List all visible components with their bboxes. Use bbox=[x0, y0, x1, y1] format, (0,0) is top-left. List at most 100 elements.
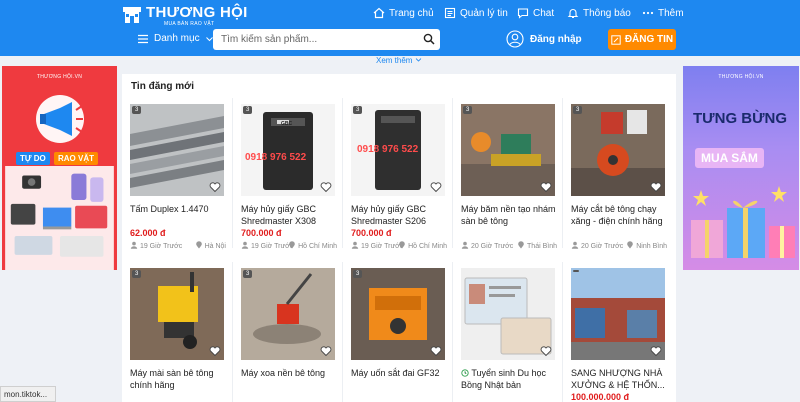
listing-image: 3 bbox=[130, 104, 224, 196]
post-listing-button[interactable]: ĐĂNG TIN bbox=[608, 29, 676, 50]
nav-chat[interactable]: Chat bbox=[517, 5, 554, 21]
login-label: Đăng nhập bbox=[530, 33, 582, 45]
see-more-link[interactable]: Xem thêm bbox=[376, 56, 422, 65]
listing-time: 20 Giờ Trước bbox=[580, 243, 624, 250]
listing-meta: 20 Giờ Trước Ninh Bình bbox=[571, 241, 667, 250]
image-count-badge: 3 bbox=[353, 270, 363, 278]
category-menu-button[interactable]: Danh mục bbox=[137, 33, 214, 44]
listing-location: Hồ Chí Minh bbox=[408, 243, 447, 250]
listing-title: Tấm Duplex 1.4470 bbox=[130, 204, 209, 214]
nav-manage[interactable]: Quản lý tin bbox=[444, 5, 508, 21]
listing-card[interactable]: 3 Máy băm nền tạo nhám sàn bê tông 20 Gi… bbox=[452, 98, 562, 250]
listing-card[interactable]: 3 Máy mài sàn bê tông chính hãng bbox=[122, 262, 232, 402]
nav-chat-label: Chat bbox=[533, 7, 555, 19]
listing-title: Máy hủy giấy GBC Shredmaster X308 bbox=[241, 204, 317, 226]
listing-price: 100.000.000 đ bbox=[571, 392, 630, 402]
location-pin-icon bbox=[289, 241, 295, 249]
listing-location-wrap: Hồ Chí Minh bbox=[288, 241, 337, 250]
login-button[interactable]: Đăng nhập bbox=[506, 30, 582, 48]
listing-card[interactable]: 3 Tấm Duplex 1.4470 62.000 đ 19 Giờ Trướ… bbox=[122, 98, 232, 250]
search-input[interactable] bbox=[213, 29, 413, 50]
image-count-badge: 3 bbox=[132, 106, 142, 114]
ad-free-label: TỰ DO bbox=[16, 152, 50, 165]
home-icon bbox=[373, 7, 385, 19]
chevron-down-icon bbox=[415, 58, 421, 62]
hamburger-icon bbox=[138, 34, 148, 43]
heart-icon[interactable] bbox=[430, 181, 442, 193]
nav-notifications[interactable]: Thông báo bbox=[567, 5, 631, 21]
listing-card[interactable]: 3 Máy xoa nền bê tông bbox=[232, 262, 342, 402]
listing-image: 0918 976 522 3 bbox=[351, 104, 445, 196]
listing-price: 700.000 đ bbox=[241, 228, 282, 238]
user-icon bbox=[461, 241, 469, 249]
image-count-badge: 3 bbox=[353, 106, 363, 114]
bell-icon bbox=[567, 9, 579, 19]
listing-title: Máy cắt bê tông chạy xăng - điện chính h… bbox=[571, 204, 663, 226]
listing-title: Máy xoa nền bê tông bbox=[241, 368, 326, 378]
nav-notifications-label: Thông báo bbox=[583, 7, 631, 19]
listing-time: 20 Giờ Trước bbox=[470, 243, 514, 250]
listing-image: 3 bbox=[351, 268, 445, 360]
listing-location-wrap: Thái Bình bbox=[517, 241, 557, 250]
location-pin-icon bbox=[627, 241, 634, 249]
heart-icon[interactable] bbox=[209, 345, 221, 357]
left-banner-ad[interactable]: THƯƠNG HỘI.VN TỰ DO RAO VẶT bbox=[2, 66, 117, 270]
nav-home[interactable]: Trang chủ bbox=[373, 5, 434, 21]
heart-icon[interactable] bbox=[650, 345, 662, 357]
image-brand-text: GBC bbox=[281, 121, 293, 127]
user-icon bbox=[130, 241, 138, 249]
post-listing-label: ĐĂNG TIN bbox=[624, 34, 674, 45]
listing-time: 19 Giờ Trước bbox=[250, 243, 294, 250]
site-logo[interactable]: THƯƠNG HỘI MUA BÁN RAO VẶT bbox=[122, 4, 247, 28]
listing-meta: 19 Giờ Trước Hồ Chí Minh bbox=[351, 241, 447, 250]
listing-location-wrap: Hà Nội bbox=[195, 241, 226, 250]
listing-card[interactable]: 0918 976 522 3 Máy hủy giấy GBC Shredmas… bbox=[342, 98, 452, 250]
listing-card[interactable]: SANG NHƯỢNG NHÀ XƯỞNG & HỆ THỐN... 100.0… bbox=[562, 262, 672, 402]
gift-box-illustration-icon bbox=[691, 186, 795, 258]
browser-status-bar: mon.tiktok... bbox=[0, 386, 56, 402]
see-more-label: Xem thêm bbox=[376, 56, 413, 65]
ad-headline: TƯNG BỪNG bbox=[693, 110, 788, 127]
location-pin-icon bbox=[195, 241, 202, 249]
heart-icon[interactable] bbox=[320, 345, 332, 357]
ad-classifieds-label: RAO VẶT bbox=[54, 152, 98, 165]
nav-more[interactable]: Thêm bbox=[642, 5, 684, 21]
user-icon bbox=[241, 241, 249, 249]
listing-title: SANG NHƯỢNG NHÀ XƯỞNG & HỆ THỐN... bbox=[571, 368, 665, 390]
listing-location: Hồ Chí Minh bbox=[298, 243, 337, 250]
heart-icon[interactable] bbox=[540, 181, 552, 193]
search-icon[interactable] bbox=[423, 33, 435, 45]
listing-image bbox=[571, 268, 665, 360]
user-icon bbox=[351, 241, 359, 249]
electronics-illustration-icon bbox=[5, 166, 114, 270]
right-banner-ad[interactable]: THƯƠNG HỘI.VN TƯNG BỪNG MUA SẮM bbox=[683, 66, 799, 270]
listing-image: 3 bbox=[461, 104, 555, 196]
logo-title: THƯƠNG HỘI bbox=[146, 4, 248, 21]
listing-location-wrap: Ninh Bình bbox=[626, 241, 667, 250]
listing-location-wrap: Hồ Chí Minh bbox=[398, 241, 447, 250]
heart-icon[interactable] bbox=[540, 345, 552, 357]
heart-icon[interactable] bbox=[650, 181, 662, 193]
listing-card[interactable]: Tuyển sinh Du học Bồng Nhật bản bbox=[452, 262, 562, 402]
image-count-badge: 3 bbox=[243, 270, 253, 278]
heart-icon[interactable] bbox=[320, 181, 332, 193]
section-title: Tin đăng mới bbox=[131, 81, 195, 92]
ad-brand-text: THƯƠNG HỘI.VN bbox=[36, 74, 83, 80]
listing-image: 3 bbox=[241, 268, 335, 360]
listing-card[interactable]: 3 Máy cắt bê tông chạy xăng - điện chính… bbox=[562, 98, 672, 250]
store-icon bbox=[123, 7, 141, 23]
location-pin-icon bbox=[518, 241, 525, 249]
heart-icon[interactable] bbox=[430, 345, 442, 357]
nav-manage-label: Quản lý tin bbox=[460, 7, 508, 19]
top-header: THƯƠNG HỘI MUA BÁN RAO VẶT Trang chủ Quả… bbox=[0, 0, 800, 56]
listing-meta: 19 Giờ Trước Hà Nội bbox=[130, 241, 226, 250]
list-icon bbox=[444, 7, 456, 19]
listing-card[interactable]: 3 Máy uốn sắt đai GF32 bbox=[342, 262, 452, 402]
image-count-badge: 3 bbox=[132, 270, 142, 278]
heart-icon[interactable] bbox=[209, 181, 221, 193]
image-count-badge: 3 bbox=[573, 106, 583, 114]
ad-subheadline: MUA SẮM bbox=[695, 148, 764, 168]
image-count-badge bbox=[573, 270, 579, 272]
listing-card[interactable]: GBC 0918 976 522 3 Máy hủy giấy GBC Shre… bbox=[232, 98, 342, 250]
category-label: Danh mục bbox=[154, 33, 200, 44]
